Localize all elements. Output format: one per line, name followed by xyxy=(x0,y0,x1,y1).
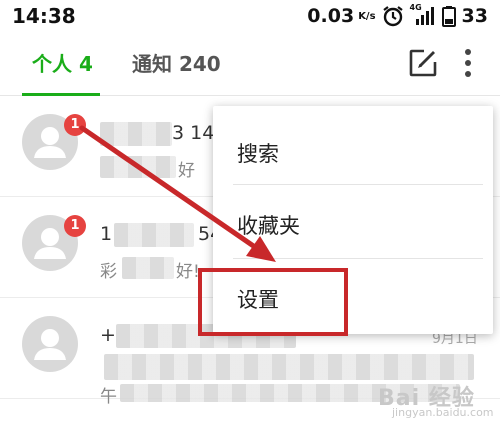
unread-badge: 1 xyxy=(64,215,86,237)
watermark-sub: jingyan.baidu.com xyxy=(392,406,494,419)
contact-name-fragment: 3 14 xyxy=(172,122,215,144)
alarm-icon xyxy=(382,6,403,27)
default-avatar-icon xyxy=(34,329,66,360)
signal-icon: 4G xyxy=(410,3,436,27)
avatar xyxy=(22,316,78,372)
blurred-message-preview xyxy=(122,257,174,279)
network-speed-unit: K/s xyxy=(358,10,376,22)
status-indicators: 0.03 K/s 4G 33 xyxy=(307,3,488,28)
battery-icon xyxy=(441,6,456,27)
baidu-watermark: Bai 经验 jingyan.baidu.com xyxy=(378,380,494,422)
menu-divider xyxy=(233,184,483,185)
tab-header: 个人 4 通知 240 xyxy=(0,34,500,96)
blurred-message-preview xyxy=(104,354,474,380)
status-time: 14:38 xyxy=(12,4,76,28)
menu-item-favorites[interactable]: 收藏夹 xyxy=(213,186,493,260)
network-speed: 0.03 xyxy=(307,5,355,27)
blurred-message-preview xyxy=(100,156,176,178)
unread-badge: 1 xyxy=(64,114,86,136)
message-preview-start: 彩 xyxy=(100,262,117,282)
compose-icon[interactable] xyxy=(408,48,438,78)
blurred-contact-name xyxy=(100,122,172,146)
menu-item-search[interactable]: 搜索 xyxy=(213,114,493,188)
blurred-contact-name xyxy=(114,223,194,247)
message-preview-start: 午 xyxy=(100,387,117,407)
status-bar: 14:38 0.03 K/s 4G 33 xyxy=(0,0,500,32)
tab-notifications[interactable]: 通知 240 xyxy=(132,48,221,77)
contact-name-start: + xyxy=(100,324,116,346)
battery-level: 33 xyxy=(461,5,488,27)
message-preview-fragment: 好! xyxy=(176,262,200,282)
menu-divider xyxy=(233,258,483,259)
tab-personal[interactable]: 个人 4 xyxy=(32,48,93,77)
annotation-highlight-box xyxy=(198,268,348,336)
message-preview-fragment: 好 xyxy=(178,161,195,181)
menu-item-label: 搜索 xyxy=(237,142,279,166)
contact-name-start: 1 xyxy=(100,223,113,245)
more-options-icon[interactable] xyxy=(458,46,478,80)
menu-item-label: 收藏夹 xyxy=(237,214,300,238)
